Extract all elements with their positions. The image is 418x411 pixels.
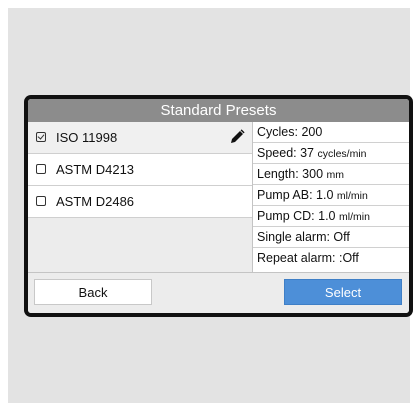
screen: Standard Presets ISO 11998 ASTM D4213 AS… <box>28 99 409 313</box>
param-pump-cd: Pump CD: 1.0 ml/min <box>253 206 409 227</box>
param-pump-ab-value: Pump AB: 1.0 <box>257 188 334 202</box>
preset-label: ISO 11998 <box>56 130 118 145</box>
preset-parameters: Cycles: 200 Speed: 37 cycles/min Length:… <box>253 122 409 272</box>
param-pump-cd-value: Pump CD: 1.0 <box>257 209 336 223</box>
param-pump-cd-unit: ml/min <box>339 211 370 223</box>
param-repeat-alarm-value: Repeat alarm: :Off <box>257 251 359 265</box>
preset-label: ASTM D4213 <box>56 162 135 177</box>
preset-item-astm-d4213[interactable]: ASTM D4213 <box>28 154 252 186</box>
back-button[interactable]: Back <box>34 279 152 305</box>
device-frame: Standard Presets ISO 11998 ASTM D4213 AS… <box>24 95 413 317</box>
checkbox-checked-icon[interactable] <box>36 132 46 142</box>
footer-bar: Back Select <box>28 272 409 313</box>
preset-item-astm-d2486[interactable]: ASTM D2486 <box>28 186 252 218</box>
param-speed-unit: cycles/min <box>317 148 367 160</box>
param-cycles-value: Cycles: 200 <box>257 125 323 139</box>
param-length-unit: mm <box>326 169 345 181</box>
checkbox-unchecked-icon[interactable] <box>36 196 46 206</box>
param-speed: Speed: 37 cycles/min <box>253 143 409 164</box>
param-length: Length: 300 mm <box>253 164 409 185</box>
param-repeat-alarm: Repeat alarm: :Off <box>253 248 409 269</box>
param-pump-ab-unit: ml/min <box>336 190 368 202</box>
param-single-alarm: Single alarm: Off <box>253 227 409 248</box>
preset-label: ASTM D2486 <box>56 194 135 209</box>
param-cycles: Cycles: 200 <box>253 122 409 143</box>
preset-item-iso-11998[interactable]: ISO 11998 <box>28 122 252 154</box>
preset-list: ISO 11998 ASTM D4213 ASTM D2486 <box>28 122 253 272</box>
param-pump-ab: Pump AB: 1.0 ml/min <box>253 185 409 206</box>
param-length-value: Length: 300 <box>257 167 324 181</box>
screen-title: Standard Presets <box>28 99 409 122</box>
checkbox-unchecked-icon[interactable] <box>36 164 46 174</box>
param-single-alarm-value: Single alarm: Off <box>257 230 350 244</box>
select-button[interactable]: Select <box>284 279 402 305</box>
param-speed-value: Speed: 37 <box>257 146 314 160</box>
pencil-icon[interactable] <box>228 128 246 146</box>
